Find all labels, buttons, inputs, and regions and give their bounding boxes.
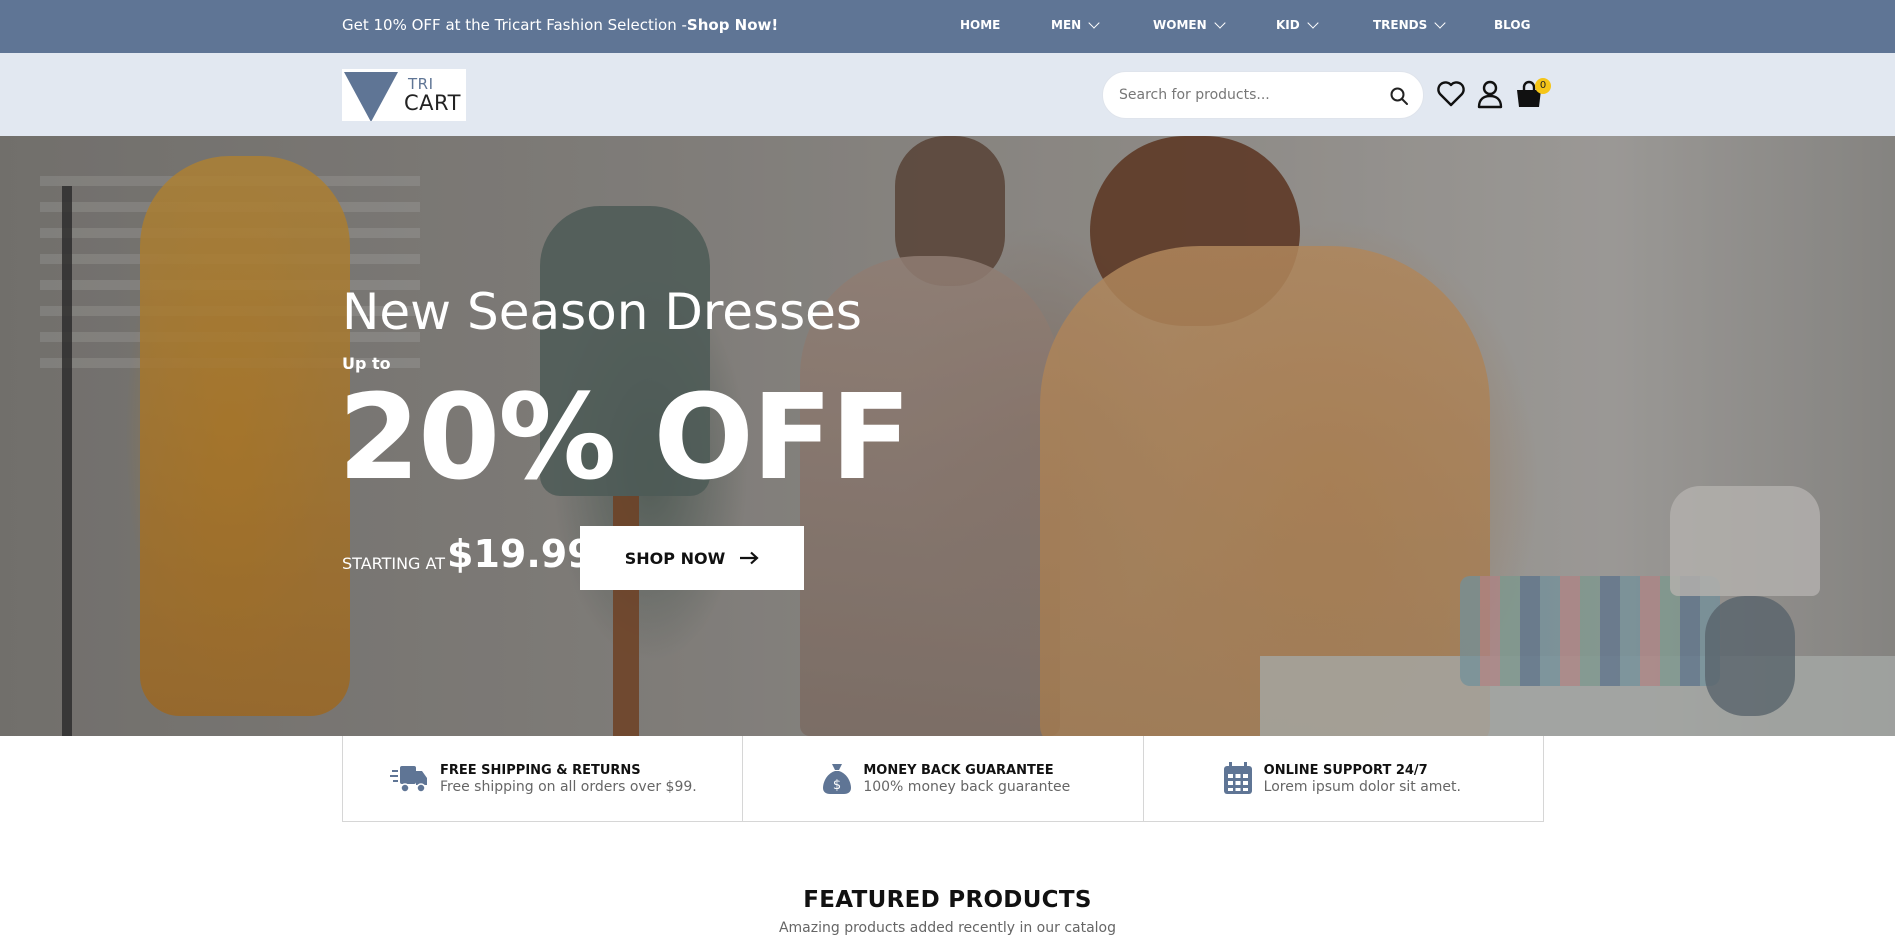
nav-trends-label: TRENDS — [1373, 18, 1428, 32]
arrow-right-icon — [740, 551, 759, 565]
site-logo[interactable]: TRI CART — [342, 69, 466, 121]
nav-women-label: WOMEN — [1153, 18, 1207, 32]
search-icon[interactable] — [1389, 86, 1409, 106]
chevron-down-icon — [1434, 17, 1446, 29]
shop-now-label: SHOP NOW — [624, 548, 726, 568]
site-header: TRI CART 0 — [0, 53, 1895, 136]
hero-starting-label: STARTING AT — [342, 554, 446, 573]
chevron-down-icon — [1213, 17, 1226, 29]
feature-support: ONLINE SUPPORT 24/7 Lorem ipsum dolor si… — [1144, 736, 1543, 821]
logo-triangle-icon — [344, 72, 398, 121]
feature-title: ONLINE SUPPORT 24/7 — [1263, 763, 1428, 778]
calendar-icon — [1223, 762, 1252, 794]
heart-icon[interactable] — [1436, 79, 1466, 109]
chevron-down-icon — [1307, 17, 1319, 29]
hero-price: $19.99 — [447, 532, 594, 576]
money-bag-icon: $ — [823, 764, 852, 794]
feature-money-back: $ MONEY BACK GUARANTEE 100% money back g… — [743, 736, 1144, 821]
cart-count-badge: 0 — [1535, 78, 1551, 94]
feature-title: FREE SHIPPING & RETURNS — [440, 763, 641, 778]
search-input[interactable] — [1119, 84, 1369, 106]
featured-products-title: FEATURED PRODUCTS — [803, 887, 1092, 913]
nav-men[interactable]: MEN — [1051, 17, 1100, 32]
feature-title: MONEY BACK GUARANTEE — [863, 763, 1054, 778]
nav-blog-label: BLOG — [1494, 18, 1531, 32]
hero-banner: New Season Dresses Up to 20% OFF STARTIN… — [0, 136, 1895, 736]
featured-products-subtitle: Amazing products added recently in our c… — [778, 920, 1117, 935]
chevron-down-icon — [1088, 17, 1100, 29]
promo-message: Get 10% OFF at the Tricart Fashion Selec… — [342, 16, 778, 34]
promo-text: Get 10% OFF at the Tricart Fashion Selec… — [342, 16, 687, 34]
svg-text:$: $ — [833, 778, 841, 793]
feature-desc: 100% money back guarantee — [863, 779, 1071, 795]
user-icon[interactable] — [1475, 79, 1505, 109]
shop-now-button[interactable]: SHOP NOW — [580, 526, 804, 590]
logo-text-cart: CART — [404, 91, 461, 115]
feature-desc: Lorem ipsum dolor sit amet. — [1263, 779, 1461, 795]
hero-discount: 20% OFF — [338, 368, 911, 506]
features-strip: FREE SHIPPING & RETURNS Free shipping on… — [342, 736, 1544, 822]
nav-men-label: MEN — [1051, 18, 1082, 32]
hero-title: New Season Dresses — [342, 283, 862, 341]
nav-home[interactable]: HOME — [960, 18, 1000, 32]
nav-home-label: HOME — [960, 18, 1001, 32]
hero-overlay — [0, 136, 1895, 736]
nav-women[interactable]: WOMEN — [1153, 17, 1226, 32]
promo-shop-now-link[interactable]: Shop Now! — [687, 16, 778, 34]
nav-trends[interactable]: TRENDS — [1373, 17, 1446, 32]
nav-blog[interactable]: BLOG — [1494, 18, 1530, 32]
search-box — [1102, 71, 1424, 119]
truck-icon — [390, 766, 427, 793]
nav-kid[interactable]: KID — [1276, 17, 1319, 32]
nav-kid-label: KID — [1276, 18, 1300, 32]
feature-shipping: FREE SHIPPING & RETURNS Free shipping on… — [343, 736, 744, 821]
feature-desc: Free shipping on all orders over $99. — [440, 779, 697, 795]
top-promo-bar: Get 10% OFF at the Tricart Fashion Selec… — [0, 0, 1895, 53]
